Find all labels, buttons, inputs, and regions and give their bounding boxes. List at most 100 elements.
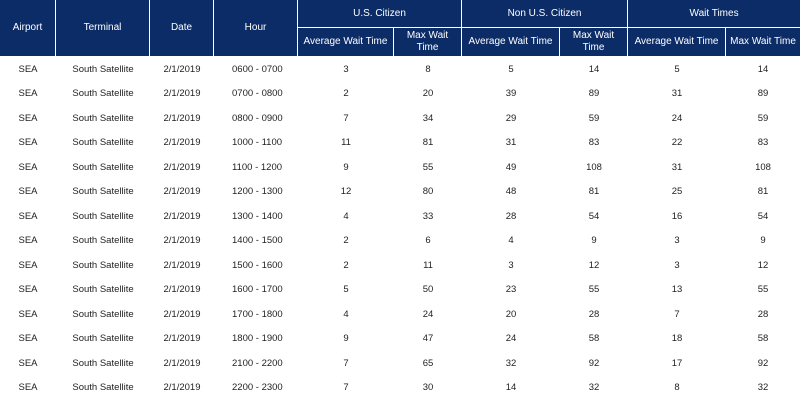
cell-hour: 0800 - 0900: [232, 112, 283, 124]
cell-terminal: South Satellite: [72, 137, 134, 149]
table-row[interactable]: SEA South Satellite 2/1/2019 2200 - 2300 7 30…: [0, 376, 800, 400]
cell-us-max-wait: 34: [422, 112, 434, 124]
cell-date: 2/1/2019: [163, 333, 201, 345]
column-header-all-max-wait[interactable]: Max Wait Time: [726, 28, 800, 57]
cell-us-max-wait: 11: [423, 259, 433, 271]
table-row[interactable]: SEA South Satellite 2/1/2019 1800 - 1900 9 47…: [0, 327, 800, 352]
cell-date: 2/1/2019: [163, 357, 201, 369]
cell-terminal: South Satellite: [72, 186, 134, 198]
cell-non-us-max-wait: 54: [588, 210, 600, 222]
cell-date: 2/1/2019: [163, 210, 201, 222]
cell-all-max-wait: 9: [760, 235, 766, 247]
cell-date: 2/1/2019: [163, 186, 201, 198]
cell-hour: 0600 - 0700: [232, 63, 283, 75]
table-row[interactable]: SEA South Satellite 2/1/2019 1000 - 1100 11 8…: [0, 131, 800, 156]
cell-airport: SEA: [18, 161, 38, 173]
cell-date: 2/1/2019: [163, 308, 201, 320]
cell-date: 2/1/2019: [163, 235, 201, 247]
cell-terminal: South Satellite: [72, 161, 134, 173]
column-header-us-avg-wait[interactable]: Average Wait Time: [298, 28, 394, 57]
cell-terminal: South Satellite: [72, 333, 134, 345]
cell-date: 2/1/2019: [163, 161, 201, 173]
cell-us-avg-wait: 7: [343, 112, 349, 124]
cell-all-max-wait: 55: [757, 284, 769, 296]
column-header-hour[interactable]: Hour: [214, 0, 298, 57]
cell-hour: 1500 - 1600: [232, 259, 283, 271]
cell-all-max-wait: 92: [757, 357, 769, 369]
cell-non-us-max-wait: 12: [588, 259, 600, 271]
cell-hour: 1200 - 1300: [232, 186, 283, 198]
cell-terminal: South Satellite: [72, 235, 134, 247]
cell-terminal: South Satellite: [72, 382, 134, 394]
cell-us-max-wait: 65: [422, 357, 434, 369]
cell-non-us-max-wait: 55: [588, 284, 600, 296]
cell-date: 2/1/2019: [163, 112, 201, 124]
cell-hour: 1700 - 1800: [232, 308, 283, 320]
cell-non-us-max-wait: 14: [588, 63, 600, 75]
cell-date: 2/1/2019: [163, 259, 201, 271]
cell-us-avg-wait: 11: [341, 137, 351, 149]
cell-us-avg-wait: 5: [343, 284, 349, 296]
table-row[interactable]: SEA South Satellite 2/1/2019 1700 - 1800 4 24…: [0, 302, 800, 327]
cell-us-avg-wait: 12: [340, 186, 352, 198]
column-header-all-avg-wait[interactable]: Average Wait Time: [628, 28, 727, 57]
cell-hour: 0700 - 0800: [232, 88, 283, 100]
cell-all-avg-wait: 7: [674, 308, 680, 320]
column-header-non-us-avg-wait[interactable]: Average Wait Time: [462, 28, 561, 57]
cell-us-max-wait: 50: [422, 284, 434, 296]
table-row[interactable]: SEA South Satellite 2/1/2019 1100 - 1200 9 55…: [0, 155, 800, 180]
column-header-us-max-wait[interactable]: Max Wait Time: [394, 28, 463, 57]
cell-non-us-avg-wait: 20: [505, 308, 517, 320]
cell-non-us-max-wait: 92: [588, 357, 600, 369]
table-body: SEA South Satellite 2/1/2019 0600 - 0700 3 8 5…: [0, 57, 800, 400]
cell-hour: 1400 - 1500: [232, 235, 283, 247]
cell-non-us-avg-wait: 28: [505, 210, 517, 222]
cell-hour: 1100 - 1200: [232, 161, 283, 173]
cell-non-us-max-wait: 108: [586, 161, 602, 173]
table-row[interactable]: SEA South Satellite 2/1/2019 0600 - 0700 3 8 5…: [0, 57, 800, 82]
column-header-airport[interactable]: Airport: [0, 0, 56, 57]
cell-non-us-max-wait: 81: [588, 186, 600, 198]
table-row[interactable]: SEA South Satellite 2/1/2019 1400 - 1500 2 6 4…: [0, 229, 800, 254]
cell-all-avg-wait: 31: [671, 88, 683, 100]
cell-all-max-wait: 54: [757, 210, 769, 222]
cell-airport: SEA: [18, 308, 38, 320]
cell-all-max-wait: 32: [757, 382, 769, 394]
column-header-terminal[interactable]: Terminal: [56, 0, 150, 57]
cell-airport: SEA: [18, 137, 38, 149]
cell-non-us-avg-wait: 5: [508, 63, 514, 75]
cell-all-avg-wait: 3: [674, 235, 680, 247]
cell-non-us-avg-wait: 39: [505, 88, 517, 100]
cell-us-max-wait: 8: [425, 63, 431, 75]
table-row[interactable]: SEA South Satellite 2/1/2019 1600 - 1700 5 50…: [0, 278, 800, 303]
table-row[interactable]: SEA South Satellite 2/1/2019 1300 - 1400 4 33…: [0, 204, 800, 229]
cell-non-us-avg-wait: 29: [505, 112, 517, 124]
table-row[interactable]: SEA South Satellite 2/1/2019 1200 - 1300 12 8…: [0, 180, 800, 205]
table-row[interactable]: SEA South Satellite 2/1/2019 0700 - 0800 2 20…: [0, 82, 800, 107]
table-row[interactable]: SEA South Satellite 2/1/2019 0800 - 0900 7 34…: [0, 106, 800, 131]
cell-non-us-max-wait: 58: [588, 333, 600, 345]
cell-airport: SEA: [18, 112, 38, 124]
table-row[interactable]: SEA South Satellite 2/1/2019 1500 - 1600 2 11…: [0, 253, 800, 278]
cell-all-avg-wait: 3: [674, 259, 680, 271]
cell-all-max-wait: 58: [757, 333, 769, 345]
column-header-date[interactable]: Date: [150, 0, 214, 57]
cell-hour: 2100 - 2200: [232, 357, 283, 369]
cell-all-max-wait: 83: [757, 137, 769, 149]
cell-us-avg-wait: 2: [343, 259, 349, 271]
cell-all-avg-wait: 25: [671, 186, 683, 198]
table-row[interactable]: SEA South Satellite 2/1/2019 2100 - 2200 7 65…: [0, 351, 800, 376]
cell-terminal: South Satellite: [72, 63, 134, 75]
cell-all-avg-wait: 17: [671, 357, 683, 369]
column-header-non-us-max-wait[interactable]: Max Wait Time: [560, 28, 629, 57]
cell-terminal: South Satellite: [72, 112, 134, 124]
cell-us-max-wait: 33: [422, 210, 434, 222]
cell-all-avg-wait: 22: [671, 137, 683, 149]
cell-all-avg-wait: 18: [671, 333, 683, 345]
cell-us-avg-wait: 9: [343, 161, 349, 173]
cell-airport: SEA: [18, 63, 38, 75]
cell-non-us-avg-wait: 31: [505, 137, 517, 149]
cell-airport: SEA: [18, 357, 38, 369]
cell-us-max-wait: 30: [422, 382, 434, 394]
cell-terminal: South Satellite: [72, 284, 134, 296]
